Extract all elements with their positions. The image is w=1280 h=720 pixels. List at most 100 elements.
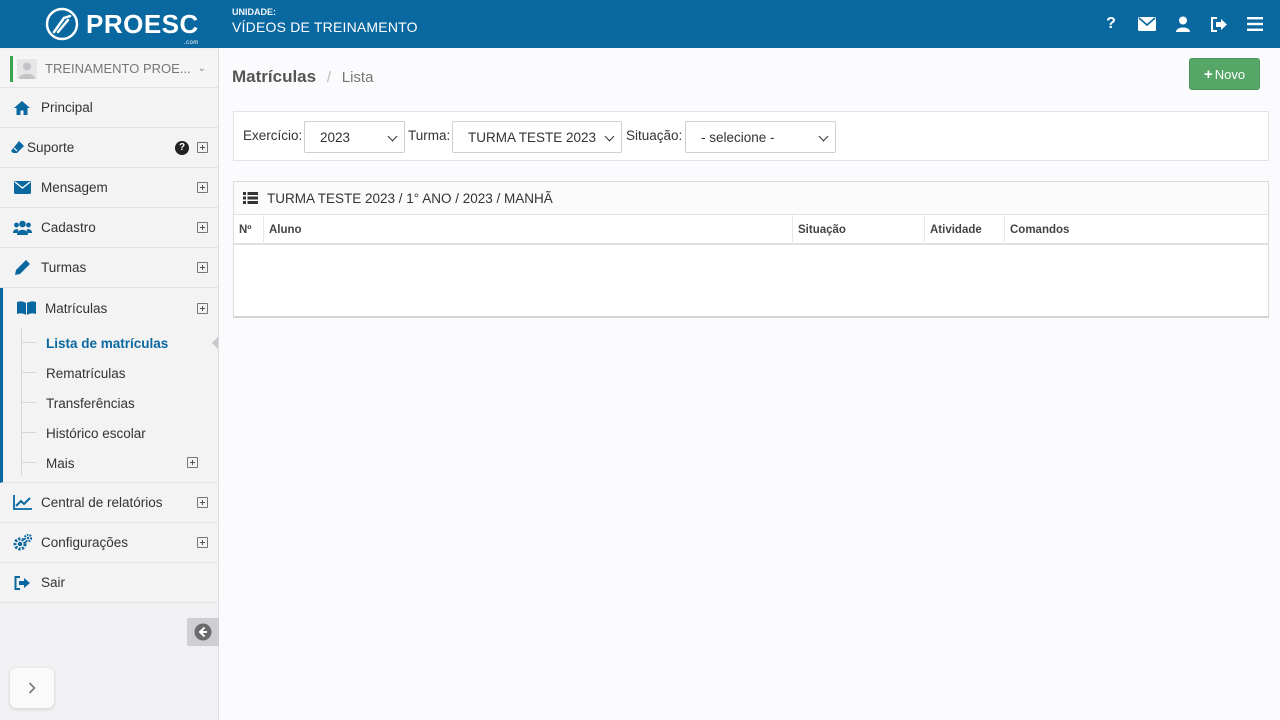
- top-icons: ?: [1102, 0, 1264, 48]
- envelope-icon[interactable]: [1138, 15, 1156, 33]
- unit-name: VÍDEOS DE TREINAMENTO: [232, 19, 418, 35]
- sidebar-item-suporte[interactable]: Suporte ?: [0, 128, 218, 168]
- column-header-situacao[interactable]: Situação: [793, 215, 925, 245]
- sidebar-item-label: Central de relatórios: [41, 495, 163, 510]
- unit-label: UNIDADE:: [232, 7, 276, 17]
- sidebar-item-matriculas[interactable]: Matrículas: [3, 288, 218, 328]
- users-icon: [12, 219, 32, 237]
- list-icon: [243, 192, 258, 204]
- sidebar-item-sair[interactable]: Sair: [0, 563, 218, 603]
- new-button[interactable]: + Novo: [1189, 58, 1260, 90]
- sidebar-item-label: Cadastro: [41, 220, 96, 235]
- sidebar-subitem-transferencias[interactable]: Transferências: [3, 388, 218, 418]
- chevron-down-icon: [604, 131, 615, 142]
- logo-sub: .com: [183, 39, 199, 46]
- expand-plus-icon[interactable]: [187, 457, 198, 468]
- sidebar-item-configuracoes[interactable]: Configurações: [0, 523, 218, 563]
- new-button-label: Novo: [1214, 66, 1246, 82]
- page-title: Matrículas: [232, 67, 317, 86]
- sidebar-item-label: Configurações: [41, 535, 129, 550]
- table-panel-header: TURMA TESTE 2023 / 1° ANO / 2023 / MANHÃ: [234, 182, 1268, 215]
- sidebar-subitem-label: Histórico escolar: [46, 425, 146, 441]
- expand-panel-button[interactable]: [10, 668, 54, 708]
- expand-plus-icon[interactable]: [197, 497, 208, 508]
- expand-plus-icon[interactable]: [197, 222, 208, 233]
- turma-select[interactable]: TURMA TESTE 2023: [452, 121, 622, 153]
- sidebar-item-principal[interactable]: Principal: [0, 88, 218, 128]
- help-icon[interactable]: ?: [1102, 15, 1120, 33]
- sidebar-item-label: Suporte: [27, 140, 75, 155]
- exercicio-label: Exercício:: [243, 128, 303, 143]
- plus-icon: +: [1203, 65, 1213, 83]
- pencil-icon: [12, 259, 32, 277]
- situacao-label: Situação:: [626, 128, 683, 143]
- chevron-right-icon: [28, 682, 36, 694]
- sidebar-item-label: Matrículas: [45, 300, 108, 316]
- turma-label: Turma:: [408, 128, 451, 143]
- user-status-bar: [10, 55, 13, 82]
- home-icon: [12, 99, 32, 117]
- question-circle-icon[interactable]: ?: [175, 140, 189, 155]
- expand-plus-icon[interactable]: [197, 537, 208, 548]
- logout-icon[interactable]: [1210, 15, 1228, 33]
- proesc-logo-icon: [45, 7, 79, 41]
- unit-info: UNIDADE: VÍDEOS DE TREINAMENTO: [232, 7, 418, 35]
- column-header-atividade[interactable]: Atividade: [925, 215, 1005, 245]
- submenu-tick: [22, 432, 36, 433]
- sidebar-subitem-label: Lista de matrículas: [46, 335, 169, 351]
- sidebar-subitem-label: Transferências: [46, 395, 135, 411]
- sidebar-item-mensagem[interactable]: Mensagem: [0, 168, 218, 208]
- chevron-down-icon: ⌄: [197, 63, 206, 74]
- situacao-select[interactable]: - selecione -: [685, 121, 836, 153]
- sidebar-group-matriculas: Matrículas Lista de matrículas Rematrícu…: [0, 288, 218, 483]
- sidebar-item-cadastro[interactable]: Cadastro: [0, 208, 218, 248]
- sidebar-subitem-rematriculas[interactable]: Rematrículas: [3, 358, 218, 388]
- sidebar: TREINAMENTO PROE... ⌄ Principal Suporte …: [0, 48, 219, 720]
- submenu-tick: [22, 342, 36, 343]
- breadcrumb-current: Lista: [341, 69, 374, 86]
- column-header-aluno[interactable]: Aluno: [264, 215, 793, 245]
- column-header-numero[interactable]: Nº: [234, 215, 264, 245]
- line-chart-icon: [12, 494, 32, 512]
- table-panel-title: TURMA TESTE 2023 / 1° ANO / 2023 / MANHÃ: [267, 190, 553, 206]
- sidebar-subitem-lista-matriculas[interactable]: Lista de matrículas: [3, 328, 218, 358]
- expand-plus-icon[interactable]: [197, 262, 208, 273]
- sidebar-item-turmas[interactable]: Turmas: [0, 248, 218, 288]
- expand-plus-icon[interactable]: [197, 182, 208, 193]
- sidebar-subitem-mais[interactable]: Mais: [3, 448, 218, 478]
- breadcrumb: Matrículas / Lista: [232, 67, 373, 87]
- user-icon[interactable]: [1174, 15, 1192, 33]
- sidebar-subitem-label: Rematrículas: [46, 365, 126, 381]
- sidebar-item-label: Mensagem: [41, 180, 108, 195]
- active-caret-icon: [212, 337, 218, 349]
- exercicio-select[interactable]: 2023: [304, 121, 405, 153]
- submenu-tick: [22, 372, 36, 373]
- menu-icon[interactable]: [1246, 15, 1264, 33]
- logo[interactable]: PROESC .com: [44, 6, 199, 46]
- book-icon: [16, 299, 36, 317]
- situacao-value: - selecione -: [701, 129, 775, 145]
- sidebar-subitem-historico[interactable]: Histórico escolar: [3, 418, 218, 448]
- top-bar: PROESC .com UNIDADE: VÍDEOS DE TREINAMEN…: [0, 0, 1280, 48]
- turma-value: TURMA TESTE 2023: [468, 129, 597, 145]
- sidebar-item-relatorios[interactable]: Central de relatórios: [0, 483, 218, 523]
- students-table-panel: TURMA TESTE 2023 / 1° ANO / 2023 / MANHÃ…: [233, 181, 1269, 318]
- expand-plus-icon[interactable]: [197, 142, 208, 153]
- sidebar-item-label: Turmas: [41, 260, 87, 275]
- logout-icon: [12, 574, 32, 592]
- submenu-tick: [22, 402, 36, 403]
- column-header-comandos[interactable]: Comandos: [1005, 215, 1270, 245]
- user-name: TREINAMENTO PROE...: [45, 61, 191, 76]
- gears-icon: [12, 534, 32, 552]
- sidebar-item-label: Principal: [41, 100, 93, 115]
- collapse-sidebar-button[interactable]: [187, 618, 219, 646]
- user-selector[interactable]: TREINAMENTO PROE... ⌄: [0, 50, 218, 88]
- submenu-tick: [22, 462, 36, 463]
- chevron-down-icon: [818, 131, 829, 142]
- table-body: [234, 245, 1268, 295]
- sidebar-item-label: Sair: [41, 575, 66, 590]
- expand-plus-icon[interactable]: [197, 302, 208, 314]
- exercicio-value: 2023: [320, 129, 351, 145]
- sidebar-subitem-label: Mais: [46, 455, 75, 471]
- envelope-icon: [12, 179, 32, 197]
